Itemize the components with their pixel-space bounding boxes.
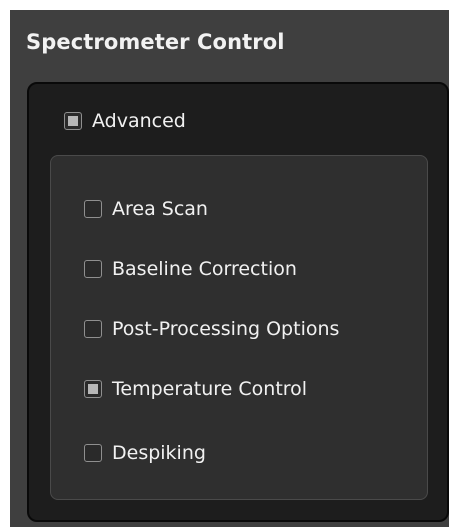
despiking-row[interactable]: Despiking [84, 442, 206, 464]
post-processing-options-row[interactable]: Post-Processing Options [84, 318, 339, 340]
baseline-correction-checkbox[interactable] [84, 260, 102, 278]
despiking-label: Despiking [112, 442, 206, 464]
temperature-control-row[interactable]: Temperature Control [84, 378, 307, 400]
area-scan-label: Area Scan [112, 198, 208, 220]
area-scan-checkbox[interactable] [84, 200, 102, 218]
despiking-checkbox[interactable] [84, 444, 102, 462]
temperature-control-checkbox[interactable] [84, 380, 102, 398]
temperature-control-label: Temperature Control [112, 378, 308, 400]
baseline-correction-label: Baseline Correction [112, 258, 297, 280]
post-processing-options-label: Post-Processing Options [112, 318, 340, 340]
baseline-correction-row[interactable]: Baseline Correction [84, 258, 297, 280]
advanced-label: Advanced [92, 110, 186, 132]
panel-title: Spectrometer Control [26, 30, 285, 54]
area-scan-row[interactable]: Area Scan [84, 198, 208, 220]
advanced-checkbox-row[interactable]: Advanced [64, 110, 186, 132]
advanced-checkbox[interactable] [64, 112, 82, 130]
post-processing-options-checkbox[interactable] [84, 320, 102, 338]
